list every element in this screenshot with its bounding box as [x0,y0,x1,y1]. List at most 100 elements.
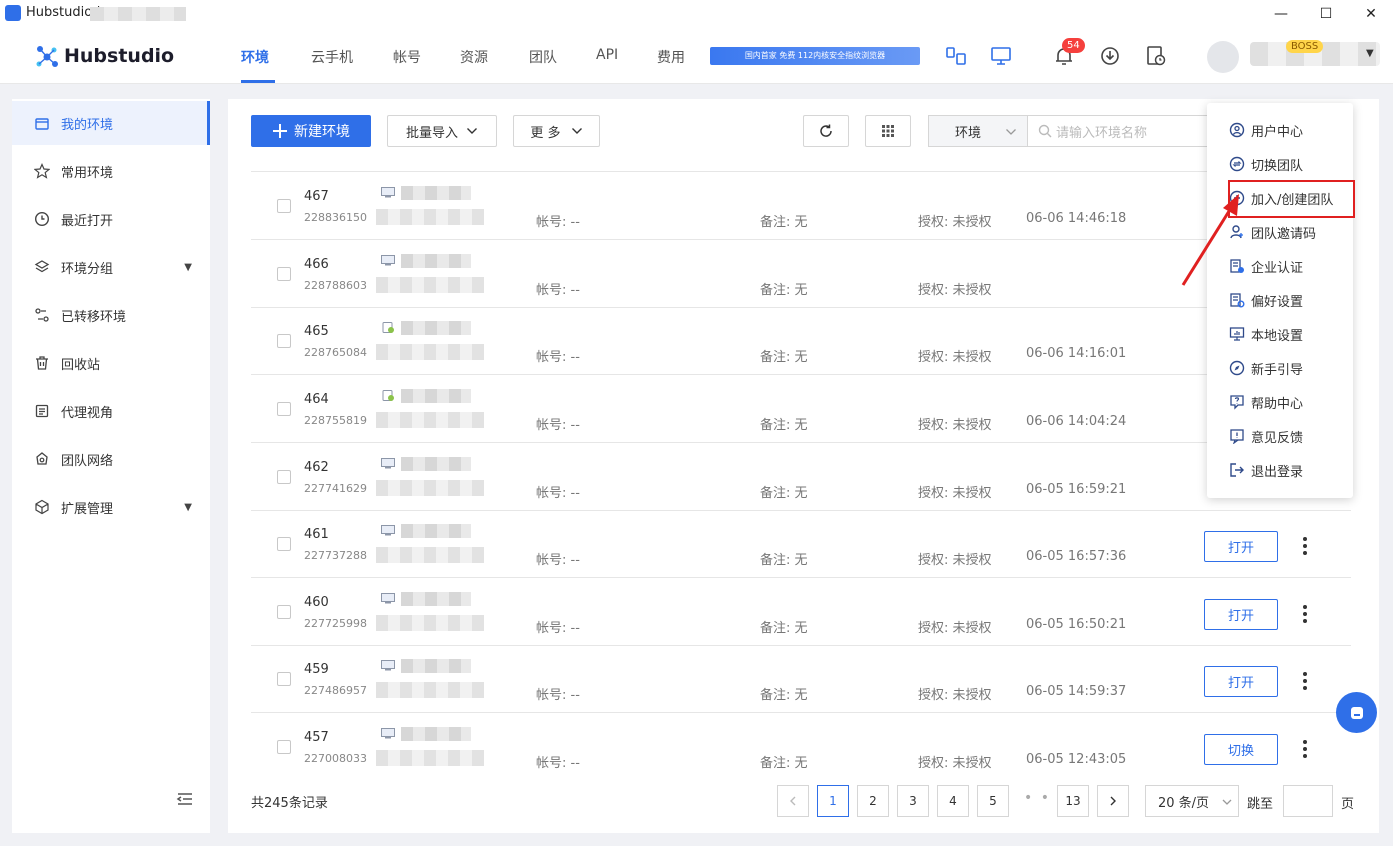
page-button-4[interactable]: 4 [937,785,969,817]
refresh-button[interactable] [803,115,849,147]
batch-import-button[interactable]: 批量导入 [387,115,497,147]
logout-icon [1229,462,1245,478]
switch-team-icon [1229,156,1245,172]
grid-view-button[interactable] [865,115,911,147]
row-checkbox[interactable] [277,402,291,416]
more-options-icon[interactable] [1297,534,1313,558]
table-row[interactable]: 460 227725998 帐号: -- 备注: 无 授权: 未授权 06-05… [251,578,1351,646]
menu-item-help-center[interactable]: 帮助中心 [1207,387,1353,417]
tab-billing[interactable]: 费用 [657,47,685,67]
menu-item-feedback[interactable]: 意见反馈 [1207,421,1353,451]
page-button-last[interactable]: 13 [1057,785,1089,817]
tab-resources[interactable]: 资源 [460,47,488,67]
env-detail-redacted [376,750,484,766]
schedule-icon[interactable] [1144,44,1168,68]
env-note: 备注: 无 [760,688,808,703]
menu-item-label: 偏好设置 [1251,294,1304,310]
brand-logo: Hubstudio [34,42,174,70]
preference-icon [1229,292,1245,308]
next-page-button[interactable] [1097,785,1129,817]
switch-button[interactable]: 切换 [1204,734,1278,765]
avatar[interactable] [1207,41,1239,73]
more-options-icon[interactable] [1297,602,1313,626]
row-checkbox[interactable] [277,672,291,686]
promo-banner[interactable]: 国内首家 免费 112内核安全指纹浏览器 [710,47,920,65]
new-environment-button[interactable]: 新建环境 [251,115,371,147]
row-checkbox[interactable] [277,199,291,213]
collapse-sidebar-icon[interactable] [176,790,194,808]
env-auth: 授权: 未授权 [918,283,992,298]
sidebar-item-favorites[interactable]: 常用环境 [12,149,210,193]
tab-cloud-phone[interactable]: 云手机 [311,47,353,67]
sidebar-item-recycle-bin[interactable]: 回收站 [12,341,210,385]
row-checkbox[interactable] [277,267,291,281]
row-checkbox[interactable] [277,740,291,754]
env-number: 466 [304,257,329,272]
menu-item-local-settings[interactable]: 本地设置 [1207,319,1353,349]
env-number: 462 [304,460,329,475]
chevron-down-icon [571,128,582,134]
more-options-icon[interactable] [1297,669,1313,693]
tab-environment[interactable]: 环境 [241,47,269,67]
page-size-label: 20 条/页 [1158,795,1210,811]
page-button-5[interactable]: 5 [977,785,1009,817]
page-size-select[interactable]: 20 条/页 [1145,785,1239,817]
menu-item-user-center[interactable]: 用户中心 [1207,115,1353,145]
chevron-right-icon [1110,796,1116,806]
sidebar-item-transferred[interactable]: 已转移环境 [12,293,210,337]
close-button[interactable]: ✕ [1360,3,1382,25]
menu-item-logout[interactable]: 退出登录 [1207,455,1353,485]
row-checkbox[interactable] [277,470,291,484]
download-icon[interactable] [1098,44,1122,68]
table-row[interactable]: 459 227486957 帐号: -- 备注: 无 授权: 未授权 06-05… [251,645,1351,713]
windows-icon [381,728,395,739]
menu-item-beginner-guide[interactable]: 新手引导 [1207,353,1353,383]
more-label: 更 多 [530,125,561,141]
page-button-2[interactable]: 2 [857,785,889,817]
customer-service-button[interactable] [1336,692,1377,733]
open-button[interactable]: 打开 [1204,599,1278,630]
sidebar-item-recent[interactable]: 最近打开 [12,197,210,241]
sidebar-item-proxy-view[interactable]: 代理视角 [12,389,210,433]
prev-page-button[interactable] [777,785,809,817]
row-checkbox[interactable] [277,537,291,551]
menu-item-switch-team[interactable]: 切换团队 [1207,149,1353,179]
sidebar-item-team-network[interactable]: 团队网络 [12,437,210,481]
open-button[interactable]: 打开 [1204,531,1278,562]
grid-icon [882,125,894,137]
device-sync-icon[interactable] [944,44,968,68]
chevron-down-icon[interactable]: ▼ [1366,48,1374,59]
search-input[interactable]: 请输入环境名称 [1028,115,1208,147]
table-row[interactable]: 462 227741629 帐号: -- 备注: 无 授权: 未授权 06-05… [251,443,1351,511]
env-note: 备注: 无 [760,553,808,568]
jump-page-input[interactable] [1283,785,1333,817]
open-button[interactable]: 打开 [1204,666,1278,697]
row-checkbox[interactable] [277,334,291,348]
page-button-3[interactable]: 3 [897,785,929,817]
page-button-1[interactable]: 1 [817,785,849,817]
search-scope-select[interactable]: 环境 [928,115,1028,147]
maximize-button[interactable]: ☐ [1315,3,1337,25]
table-row[interactable]: 465 228765084 帐号: -- 备注: 无 授权: 未授权 06-06… [251,307,1351,375]
env-note: 备注: 无 [760,621,808,636]
tab-api[interactable]: API [596,47,618,63]
tab-account[interactable]: 帐号 [393,47,421,67]
row-checkbox[interactable] [277,605,291,619]
table-row[interactable]: 461 227737288 帐号: -- 备注: 无 授权: 未授权 06-05… [251,510,1351,578]
desktop-icon[interactable] [989,44,1013,68]
minimize-button[interactable]: — [1270,3,1292,25]
env-number: 459 [304,662,329,677]
tab-team[interactable]: 团队 [529,47,557,67]
proxy-icon [34,403,50,419]
env-auth: 授权: 未授权 [918,688,992,703]
sidebar-item-extensions[interactable]: 扩展管理 ▼ [12,485,210,529]
table-row[interactable]: 457 227008033 帐号: -- 备注: 无 授权: 未授权 06-05… [251,713,1351,769]
more-options-icon[interactable] [1297,737,1313,761]
menu-item-label: 企业认证 [1251,260,1304,276]
env-detail-redacted [376,682,484,698]
table-row[interactable]: 464 228755819 帐号: -- 备注: 无 授权: 未授权 06-06… [251,375,1351,443]
notification-badge: 54 [1062,38,1085,53]
sidebar-item-my-environments[interactable]: 我的环境 [12,101,210,145]
more-button[interactable]: 更 多 [513,115,600,147]
sidebar-item-groups[interactable]: 环境分组 ▼ [12,245,210,289]
